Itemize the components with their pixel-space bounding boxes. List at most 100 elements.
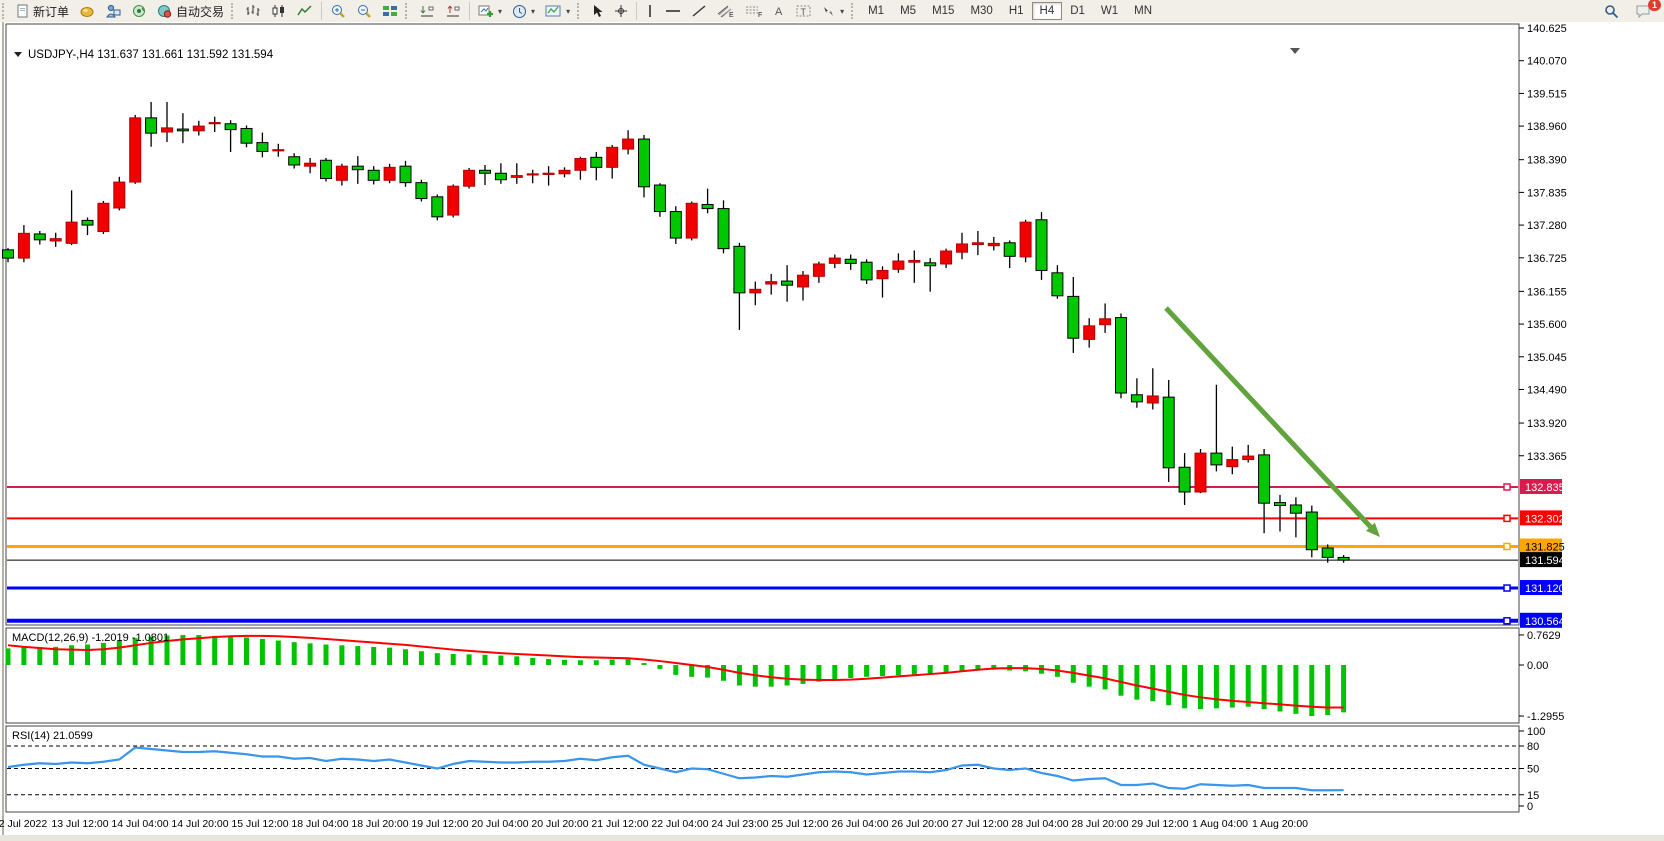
price-badge-label: 131.825 xyxy=(1525,541,1565,553)
add-indicator-button[interactable]: ▾ xyxy=(473,2,507,20)
candle xyxy=(639,139,650,187)
price-tick-label: 134.490 xyxy=(1527,384,1567,396)
zoom-out-button[interactable] xyxy=(351,2,377,20)
timeframe-m5[interactable]: M5 xyxy=(892,2,924,20)
horizontal-line-icon xyxy=(665,4,681,18)
candle xyxy=(98,203,109,231)
text-button[interactable]: A xyxy=(768,2,791,20)
candle xyxy=(654,185,665,212)
macd-bar xyxy=(339,645,344,665)
timeframe-w1[interactable]: W1 xyxy=(1093,2,1126,20)
timeframe-h1[interactable]: H1 xyxy=(1001,2,1032,20)
macd-bar xyxy=(737,665,742,685)
notifications-button[interactable]: 1 xyxy=(1630,2,1656,20)
macd-bar xyxy=(578,660,583,665)
signals-button[interactable] xyxy=(126,2,152,20)
macd-bar xyxy=(483,655,488,665)
timeframe-m30[interactable]: M30 xyxy=(962,2,1000,20)
candle xyxy=(257,143,268,152)
macd-scale-label: 0.00 xyxy=(1527,660,1548,672)
toolbar-grip[interactable] xyxy=(231,3,238,19)
candle xyxy=(1147,396,1158,403)
cursor-button[interactable] xyxy=(586,2,609,20)
candle xyxy=(782,281,793,285)
price-line-anchor[interactable] xyxy=(1504,543,1510,549)
indicator-attach-button[interactable] xyxy=(440,2,466,20)
candle xyxy=(543,173,554,174)
tile-windows-button[interactable] xyxy=(377,2,403,20)
time-axis-label: 28 Jul 20:00 xyxy=(1071,818,1128,830)
toolbar-grip[interactable] xyxy=(851,3,858,19)
time-axis-label: 27 Jul 12:00 xyxy=(951,818,1008,830)
time-axis-label: 22 Jul 04:00 xyxy=(651,818,708,830)
candle xyxy=(416,183,427,199)
period-button[interactable]: ▾ xyxy=(507,2,540,20)
indicator-attach-icon xyxy=(445,4,461,18)
chevron-down-icon: ▾ xyxy=(840,7,844,16)
auto-trading-button[interactable]: 自动交易 xyxy=(152,2,229,20)
arrows-button[interactable]: ▾ xyxy=(816,2,849,20)
timeframe-m15[interactable]: M15 xyxy=(924,2,962,20)
time-axis-label: 28 Jul 04:00 xyxy=(1011,818,1068,830)
timeframe-mn[interactable]: MN xyxy=(1126,2,1160,20)
candle xyxy=(1084,326,1095,340)
candle xyxy=(686,203,697,238)
search-button[interactable] xyxy=(1599,2,1624,20)
zoom-out-icon xyxy=(356,4,372,19)
macd-bar xyxy=(880,665,885,676)
candle xyxy=(766,282,777,284)
candle xyxy=(941,251,952,264)
trendline-button[interactable] xyxy=(686,2,712,20)
toolbar-grip[interactable] xyxy=(577,3,584,19)
price-line-anchor[interactable] xyxy=(1504,585,1510,591)
candle xyxy=(813,264,824,276)
candle xyxy=(750,289,761,293)
market-watch-button[interactable] xyxy=(74,2,100,20)
crosshair-button[interactable] xyxy=(609,2,633,20)
equidistant-channel-button[interactable]: E xyxy=(712,2,740,20)
price-tick-label: 138.390 xyxy=(1527,155,1567,167)
text-label-button[interactable]: T xyxy=(791,2,816,20)
candle xyxy=(289,157,300,165)
candle xyxy=(495,173,506,179)
chart-canvas[interactable]: 140.625140.070139.515138.960138.390137.8… xyxy=(0,22,1664,841)
indicator-window-button[interactable] xyxy=(414,2,440,20)
timeframe-h4[interactable]: H4 xyxy=(1032,2,1063,20)
price-tick-label: 135.600 xyxy=(1527,319,1567,331)
timeframe-m1[interactable]: M1 xyxy=(860,2,892,20)
bar-chart-button[interactable] xyxy=(240,2,266,20)
toolbar-grip[interactable] xyxy=(405,3,412,19)
candlestick-chart-button[interactable] xyxy=(266,2,292,20)
window-bottom-edge xyxy=(0,835,1664,841)
chart-title: USDJPY-,H4 131.637 131.661 131.592 131.5… xyxy=(28,49,274,61)
price-line-anchor[interactable] xyxy=(1504,484,1510,490)
timeframe-d1[interactable]: D1 xyxy=(1062,2,1093,20)
zoom-in-icon xyxy=(330,4,346,19)
template-chart-icon xyxy=(545,4,562,18)
price-line-anchor[interactable] xyxy=(1504,618,1510,624)
terminal-button[interactable] xyxy=(100,2,126,20)
fibonacci-icon: F xyxy=(745,4,763,18)
candle xyxy=(1116,318,1127,393)
macd-bar xyxy=(769,665,774,687)
vertical-line-button[interactable] xyxy=(640,2,660,20)
new-order-button[interactable]: 新订单 xyxy=(11,2,74,20)
candle xyxy=(1290,505,1301,513)
price-pane[interactable] xyxy=(6,24,1519,625)
zoom-in-button[interactable] xyxy=(325,2,351,20)
fibonacci-button[interactable]: F xyxy=(740,2,768,20)
horizontal-line-button[interactable] xyxy=(660,2,686,20)
line-chart-button[interactable] xyxy=(292,2,318,20)
macd-bar xyxy=(562,660,567,665)
macd-bar xyxy=(387,648,392,665)
toolbar-grip[interactable] xyxy=(2,3,9,19)
macd-bar xyxy=(1341,665,1346,712)
macd-bar xyxy=(832,665,837,680)
macd-bar xyxy=(1246,665,1251,707)
macd-bar xyxy=(912,665,917,674)
template-button[interactable]: ▾ xyxy=(540,2,575,20)
candle-chart-icon xyxy=(271,4,287,18)
time-axis-label: 29 Jul 12:00 xyxy=(1131,818,1188,830)
equidistant-channel-icon: E xyxy=(717,4,735,18)
price-line-anchor[interactable] xyxy=(1504,515,1510,521)
